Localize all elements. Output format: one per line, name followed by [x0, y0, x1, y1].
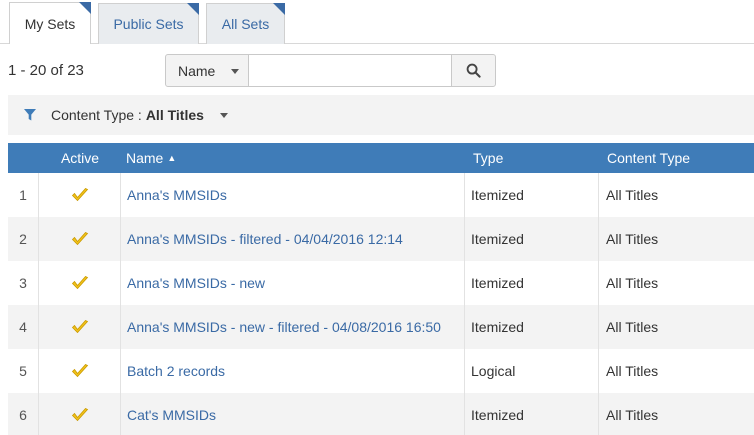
set-type: Itemized: [465, 305, 599, 349]
tab-corner-marker: [79, 2, 91, 14]
search-field-select[interactable]: Name: [165, 54, 249, 87]
active-check-icon: [39, 217, 121, 261]
search-field-label: Name: [178, 62, 216, 79]
table-row: 4 Anna's MMSIDs - new - filtered - 04/08…: [8, 305, 754, 349]
content-type-filter: Content Type : All Titles: [8, 95, 754, 135]
row-number: 2: [8, 217, 39, 261]
column-header-number: [8, 143, 39, 173]
filter-label: Content Type :: [51, 107, 142, 123]
set-content-type: All Titles: [606, 275, 659, 291]
table-row: 2 Anna's MMSIDs - filtered - 04/04/2016 …: [8, 217, 754, 261]
sort-ascending-icon: ▲: [167, 153, 177, 163]
active-check-icon: [39, 305, 121, 349]
set-content-type: All Titles: [606, 363, 659, 379]
row-number: 5: [8, 349, 39, 393]
set-type: Itemized: [465, 261, 599, 305]
active-check-icon: [39, 393, 121, 435]
column-header-name-label: Name: [126, 150, 164, 166]
caret-down-icon: [231, 69, 239, 74]
set-name-link[interactable]: Batch 2 records: [121, 349, 465, 393]
search-button[interactable]: [451, 54, 496, 87]
row-number: 6: [8, 393, 39, 435]
column-header-name[interactable]: Name ▲: [121, 143, 465, 173]
sets-table: Active Name ▲ Type Content Type 1 Anna's…: [8, 143, 754, 435]
filter-caret-down-icon[interactable]: [219, 112, 228, 118]
set-name-link[interactable]: Anna's MMSIDs - new - filtered - 04/08/2…: [121, 305, 465, 349]
set-name-link[interactable]: Cat's MMSIDs: [121, 393, 465, 435]
row-number: 4: [8, 305, 39, 349]
table-row: 5 Batch 2 records Logical All Titles: [8, 349, 754, 393]
table-header: Active Name ▲ Type Content Type: [8, 143, 754, 173]
table-row: 1 Anna's MMSIDs Itemized All Titles: [8, 173, 754, 217]
tab-corner-marker: [273, 3, 285, 15]
set-name-link[interactable]: Anna's MMSIDs - new: [121, 261, 465, 305]
set-content-type: All Titles: [606, 319, 659, 335]
tab-public-sets[interactable]: Public Sets: [98, 3, 199, 44]
set-type: Itemized: [465, 173, 599, 217]
set-type: Itemized: [465, 393, 599, 435]
active-check-icon: [39, 349, 121, 393]
search-input[interactable]: [249, 54, 451, 87]
filter-icon[interactable]: [23, 108, 37, 122]
tab-label: My Sets: [24, 15, 76, 32]
set-content-type: All Titles: [606, 231, 659, 247]
search-icon: [466, 63, 481, 78]
tab-label: All Sets: [221, 16, 270, 32]
tab-my-sets[interactable]: My Sets: [9, 2, 91, 44]
tab-corner-marker: [187, 3, 199, 15]
sets-tabs: My Sets Public Sets All Sets: [0, 0, 754, 44]
active-check-icon: [39, 261, 121, 305]
set-content-type: All Titles: [606, 187, 659, 203]
table-row: 3 Anna's MMSIDs - new Itemized All Title…: [8, 261, 754, 305]
column-header-type[interactable]: Type: [465, 143, 599, 173]
search-bar: Name: [165, 54, 496, 87]
set-name-link[interactable]: Anna's MMSIDs: [121, 173, 465, 217]
table-row: 6 Cat's MMSIDs Itemized All Titles: [8, 393, 754, 435]
row-number: 3: [8, 261, 39, 305]
set-content-type: All Titles: [606, 407, 659, 423]
column-header-content-type[interactable]: Content Type: [599, 143, 754, 173]
set-name-link[interactable]: Anna's MMSIDs - filtered - 04/04/2016 12…: [121, 217, 465, 261]
tab-all-sets[interactable]: All Sets: [206, 3, 285, 44]
tab-label: Public Sets: [113, 16, 184, 32]
set-type: Logical: [465, 349, 599, 393]
set-type: Itemized: [465, 217, 599, 261]
filter-value[interactable]: All Titles: [146, 107, 204, 123]
column-header-active[interactable]: Active: [39, 143, 121, 173]
row-number: 1: [8, 173, 39, 217]
active-check-icon: [39, 173, 121, 217]
pagination-count: 1 - 20 of 23: [8, 62, 84, 79]
